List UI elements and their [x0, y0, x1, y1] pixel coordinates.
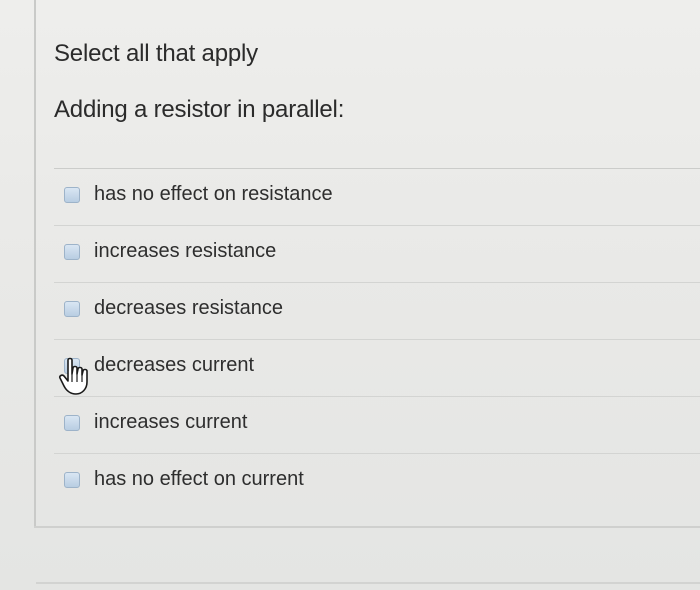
- quiz-screen: Select all that apply Adding a resistor …: [0, 0, 700, 590]
- question-text: Adding a resistor in parallel:: [54, 96, 345, 123]
- checkbox[interactable]: [64, 301, 80, 317]
- left-border: [34, 0, 36, 528]
- option-label: decreases current: [94, 354, 255, 376]
- checkbox[interactable]: [64, 187, 80, 203]
- option-label: has no effect on resistance: [94, 183, 333, 205]
- option-item[interactable]: has no effect on resistance: [54, 169, 700, 226]
- option-item[interactable]: increases current: [54, 397, 700, 454]
- checkbox[interactable]: [64, 244, 80, 260]
- option-item[interactable]: decreases current: [54, 340, 700, 397]
- checkbox[interactable]: [64, 472, 80, 488]
- option-item[interactable]: increases resistance: [54, 226, 700, 283]
- option-label: increases resistance: [94, 240, 277, 262]
- instruction-text: Select all that apply: [54, 40, 258, 67]
- hand-pointer-icon: [59, 357, 88, 395]
- option-label: decreases resistance: [94, 297, 283, 319]
- option-label: has no effect on current: [94, 468, 304, 490]
- option-item[interactable]: decreases resistance: [54, 283, 700, 340]
- footer-divider: [36, 582, 700, 584]
- panel-bottom-border: [34, 526, 700, 528]
- option-item[interactable]: has no effect on current: [54, 454, 700, 511]
- checkbox[interactable]: [64, 415, 80, 431]
- option-label: increases current: [94, 411, 248, 433]
